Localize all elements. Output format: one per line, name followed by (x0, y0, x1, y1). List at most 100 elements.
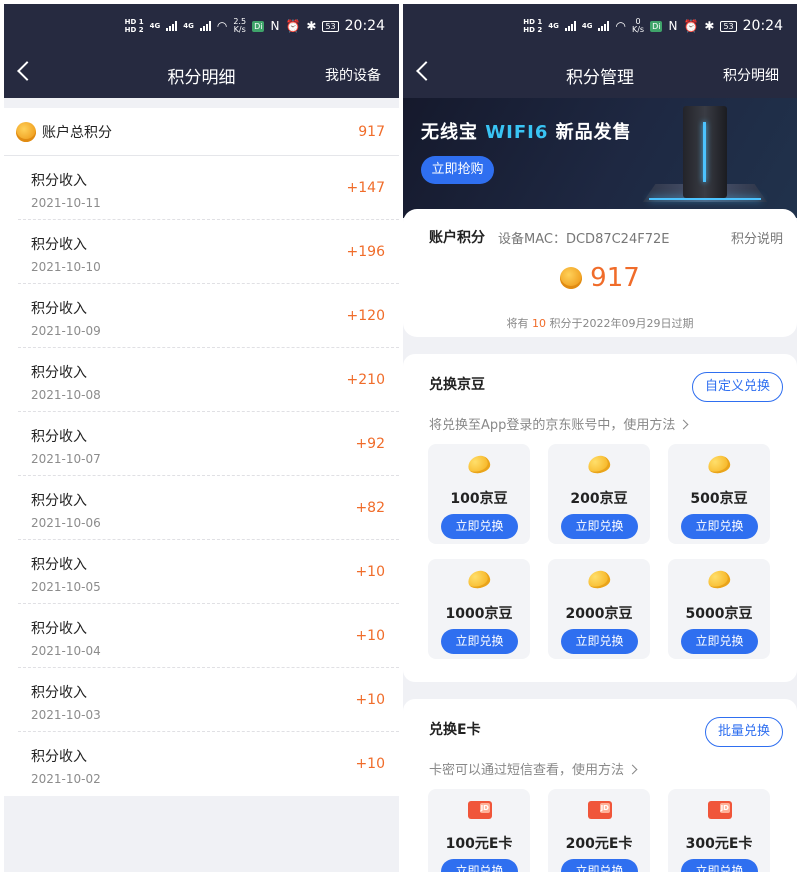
signal-icon-2 (199, 21, 211, 31)
bean-icon (466, 568, 492, 591)
wifi-icon: ◠ (216, 19, 228, 33)
redeem-button[interactable]: 立即兑换 (441, 629, 518, 654)
redeem-button[interactable]: 立即兑换 (681, 514, 758, 539)
di-app-icon: Di (650, 20, 663, 32)
bean-tile: 5000京豆 立即兑换 (668, 559, 770, 659)
record-item: 积分收入 2021-10-11 +147 (18, 156, 399, 220)
jd-ecard-icon (708, 801, 732, 819)
wifi-icon: ◠ (615, 19, 626, 33)
points-value: 917 (590, 263, 640, 293)
header-bar: HD 1 HD 2 4G 4G ◠ 0 K/s Di N ⏰ ✱ 53 20:24 … (403, 4, 797, 98)
bean-icon (586, 568, 612, 591)
record-item: 积分收入 2021-10-06 +82 (18, 476, 399, 540)
redeem-button[interactable]: 立即兑换 (561, 859, 638, 872)
ecard-tile: 300元E卡立即兑换 (668, 789, 770, 872)
bluetooth-icon: ✱ (704, 19, 715, 33)
bean-tile: 100京豆 立即兑换 (428, 444, 530, 544)
ecard-tile: 200元E卡立即兑换 (548, 789, 650, 872)
jd-ecard-icon (588, 801, 612, 819)
network-type-2: 4G (581, 22, 593, 30)
record-item: 积分收入 2021-10-08 +210 (18, 348, 399, 412)
section-title: 兑换京豆 (429, 377, 485, 393)
jd-ecard-icon (468, 801, 492, 819)
bluetooth-icon: ✱ (306, 19, 317, 33)
coin-icon (16, 121, 36, 142)
redeem-button[interactable]: 立即兑换 (441, 514, 518, 539)
stand-glow (649, 198, 761, 200)
header-bar: HD 1 HD 2 4G 4G ◠ 2.5 K/s Di N ⏰ ✱ 53 20:2… (4, 4, 399, 98)
section-title: 兑换E卡 (429, 722, 481, 738)
clock: 20:24 (742, 18, 783, 34)
hd-indicator: HD 1 HD 2 (124, 18, 144, 34)
bean-icon (706, 453, 732, 476)
nfc-icon: N (668, 19, 678, 33)
account-total-row: 账户总积分 917 (4, 108, 399, 156)
redeem-button[interactable]: 立即兑换 (681, 859, 758, 872)
alarm-icon: ⏰ (683, 19, 699, 33)
nav-bar: 积分管理 积分明细 (403, 60, 797, 90)
batch-redeem-button[interactable]: 批量兑换 (704, 717, 783, 747)
device-mac: 设备MAC：DCD87C24F72E (498, 232, 670, 247)
points-detail-screen: HD 1 HD 2 4G 4G ◠ 2.5 K/s Di N ⏰ ✱ 53 20:2… (4, 4, 399, 872)
redeem-beans-section: 兑换京豆 自定义兑换 将兑换至App登录的京东账号中，使用方法 100京豆 立即兑… (403, 354, 797, 682)
bean-icon (706, 568, 732, 591)
redeem-button[interactable]: 立即兑换 (561, 514, 638, 539)
record-item: 积分收入 2021-10-09 +120 (18, 284, 399, 348)
ecard-tile: 100元E卡立即兑换 (428, 789, 530, 872)
record-item: 积分收入 2021-10-07 +92 (18, 412, 399, 476)
router-product-image (683, 106, 727, 198)
signal-icon (564, 21, 576, 31)
points-balance: 917 (403, 263, 797, 293)
bean-icon (586, 453, 612, 476)
network-type-1: 4G (548, 22, 559, 30)
redeem-button[interactable]: 立即兑换 (441, 859, 518, 872)
redeem-button[interactable]: 立即兑换 (561, 629, 638, 654)
chevron-right-icon (627, 764, 638, 775)
alarm-icon: ⏰ (285, 19, 301, 33)
custom-redeem-button[interactable]: 自定义兑换 (691, 372, 783, 402)
points-detail-link[interactable]: 积分明细 (723, 65, 779, 85)
record-item: 积分收入 2021-10-02 +10 (18, 732, 399, 796)
my-devices-link[interactable]: 我的设备 (325, 65, 381, 85)
total-label: 账户总积分 (42, 124, 112, 141)
usage-link[interactable]: 将兑换至App登录的京东账号中，使用方法 (429, 414, 689, 433)
record-item: 积分收入 2021-10-05 +10 (18, 540, 399, 604)
network-rate: 2.5 K/s (233, 17, 247, 34)
record-item: 积分收入 2021-10-10 +196 (18, 220, 399, 284)
hd-indicator: HD 1 HD 2 (523, 18, 543, 34)
di-app-icon: Di (252, 20, 265, 32)
status-bar: HD 1 HD 2 4G 4G ◠ 0 K/s Di N ⏰ ✱ 53 20:24 (523, 17, 783, 35)
network-type-1: 4G (149, 22, 161, 30)
network-type-2: 4G (183, 22, 194, 30)
nfc-icon: N (270, 19, 280, 33)
banner-title: 无线宝 WIFI6 新品发售 (421, 122, 632, 143)
redeem-ecard-section: 兑换E卡 批量兑换 卡密可以通过短信查看，使用方法 100元E卡立即兑换 200… (403, 699, 797, 872)
network-rate: 0 K/s (631, 17, 645, 34)
usage-link[interactable]: 卡密可以通过短信查看，使用方法 (429, 759, 638, 778)
expire-notice: 将有 10 积分于2022年09月29日过期 (506, 317, 694, 330)
bean-icon (466, 453, 492, 476)
bean-tile: 200京豆 立即兑换 (548, 444, 650, 544)
clock: 20:24 (344, 18, 385, 34)
buy-now-button[interactable]: 立即抢购 (421, 156, 494, 184)
account-points-label: 账户积分 (429, 230, 485, 246)
nav-bar: 积分明细 我的设备 (4, 60, 399, 90)
total-value: 917 (358, 123, 385, 140)
battery-icon: 53 (720, 20, 737, 32)
record-item: 积分收入 2021-10-04 +10 (18, 604, 399, 668)
chevron-right-icon (678, 419, 689, 430)
points-help-link[interactable]: 积分说明 (731, 228, 783, 247)
record-item: 积分收入 2021-10-03 +10 (18, 668, 399, 732)
redeem-button[interactable]: 立即兑换 (681, 629, 758, 654)
bean-tile: 1000京豆 立即兑换 (428, 559, 530, 659)
promo-banner[interactable]: 无线宝 WIFI6 新品发售 立即抢购 (403, 98, 797, 218)
points-management-screen: HD 1 HD 2 4G 4G ◠ 0 K/s Di N ⏰ ✱ 53 20:24 … (403, 4, 797, 872)
bean-tile: 2000京豆 立即兑换 (548, 559, 650, 659)
record-list: 积分收入 2021-10-11 +147 积分收入 2021-10-10 +196 积分… (4, 156, 399, 796)
signal-icon-2 (598, 21, 610, 31)
status-bar: HD 1 HD 2 4G 4G ◠ 2.5 K/s Di N ⏰ ✱ 53 20:2… (124, 17, 385, 35)
battery-icon: 53 (322, 20, 339, 32)
coin-icon (560, 267, 583, 289)
account-points-card: 账户积分 设备MAC：DCD87C24F72E 积分说明 917 将有 10 积… (403, 209, 797, 337)
bean-tile: 500京豆 立即兑换 (668, 444, 770, 544)
